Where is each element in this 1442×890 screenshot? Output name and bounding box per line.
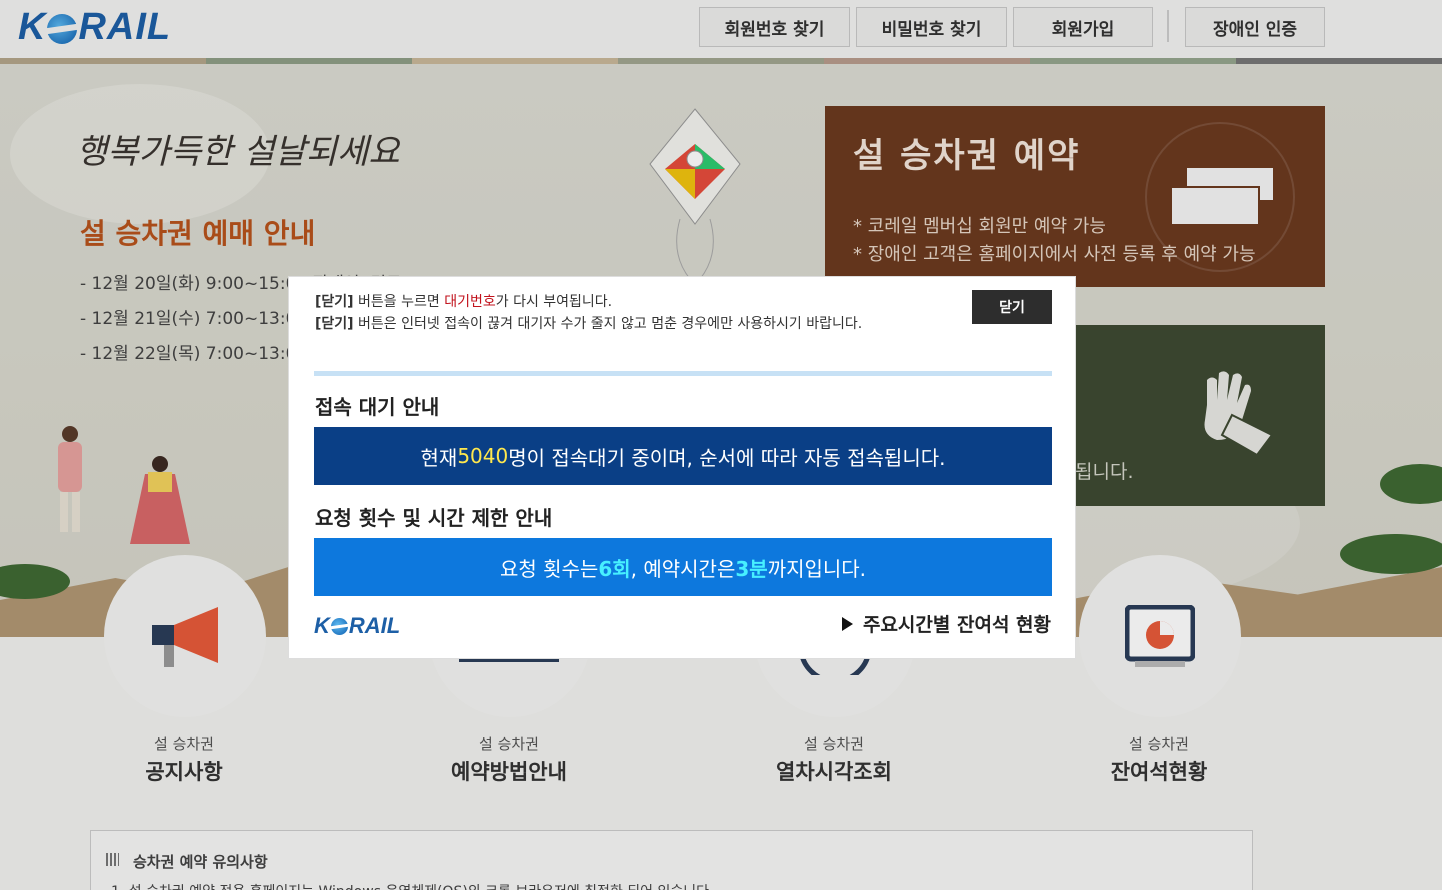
limit-section-title: 요청 횟수 및 시간 제한 안내: [315, 506, 553, 530]
close-keyword: [닫기]: [315, 316, 354, 332]
play-arrow-icon: [841, 616, 853, 631]
modal-korail-logo: K RAIL: [314, 613, 400, 639]
remaining-seats-label: 주요시간별 잔여석 현황: [862, 614, 1051, 636]
instruction-1a: 버튼을 누르면: [353, 294, 445, 310]
limit-suffix: 까지입니다.: [767, 556, 867, 581]
wait-prefix: 현재: [420, 445, 458, 470]
instruction-1-highlight: 대기번호: [444, 294, 496, 310]
close-button[interactable]: 닫기: [972, 290, 1052, 324]
modal-instructions: [닫기] 버튼을 누르면 대기번호가 다시 부여됩니다. [닫기] 버튼은 인터…: [315, 291, 945, 335]
queue-section-title: 접속 대기 안내: [315, 395, 440, 419]
modal-divider: [314, 371, 1052, 376]
queue-modal: [닫기] 버튼을 누르면 대기번호가 다시 부여됩니다. [닫기] 버튼은 인터…: [288, 276, 1076, 659]
limit-count: 6회: [598, 556, 631, 581]
close-keyword: [닫기]: [315, 294, 354, 310]
limit-prefix: 요청 횟수는: [499, 556, 599, 581]
wait-count: 5040: [457, 444, 509, 468]
limit-info-bar: 요청 횟수는 6회, 예약시간은 3분 까지입니다.: [314, 538, 1052, 596]
instruction-1b: 가 다시 부여됩니다.: [495, 294, 613, 310]
limit-time: 3분: [735, 556, 768, 581]
wait-suffix: 명이 접속대기 중이며, 순서에 따라 자동 접속됩니다.: [508, 445, 946, 470]
instruction-2: 버튼은 인터넷 접속이 끊겨 대기자 수가 줄지 않고 멈춘 경우에만 사용하시…: [353, 316, 863, 332]
modal-logo-globe-icon: [330, 617, 348, 635]
modal-logo-rail: RAIL: [348, 613, 401, 638]
limit-mid: , 예약시간은: [630, 556, 736, 581]
remaining-seats-link[interactable]: 주요시간별 잔여석 현황: [829, 610, 1051, 637]
queue-status-bar: 현재 5040 명이 접속대기 중이며, 순서에 따라 자동 접속됩니다.: [314, 427, 1052, 485]
